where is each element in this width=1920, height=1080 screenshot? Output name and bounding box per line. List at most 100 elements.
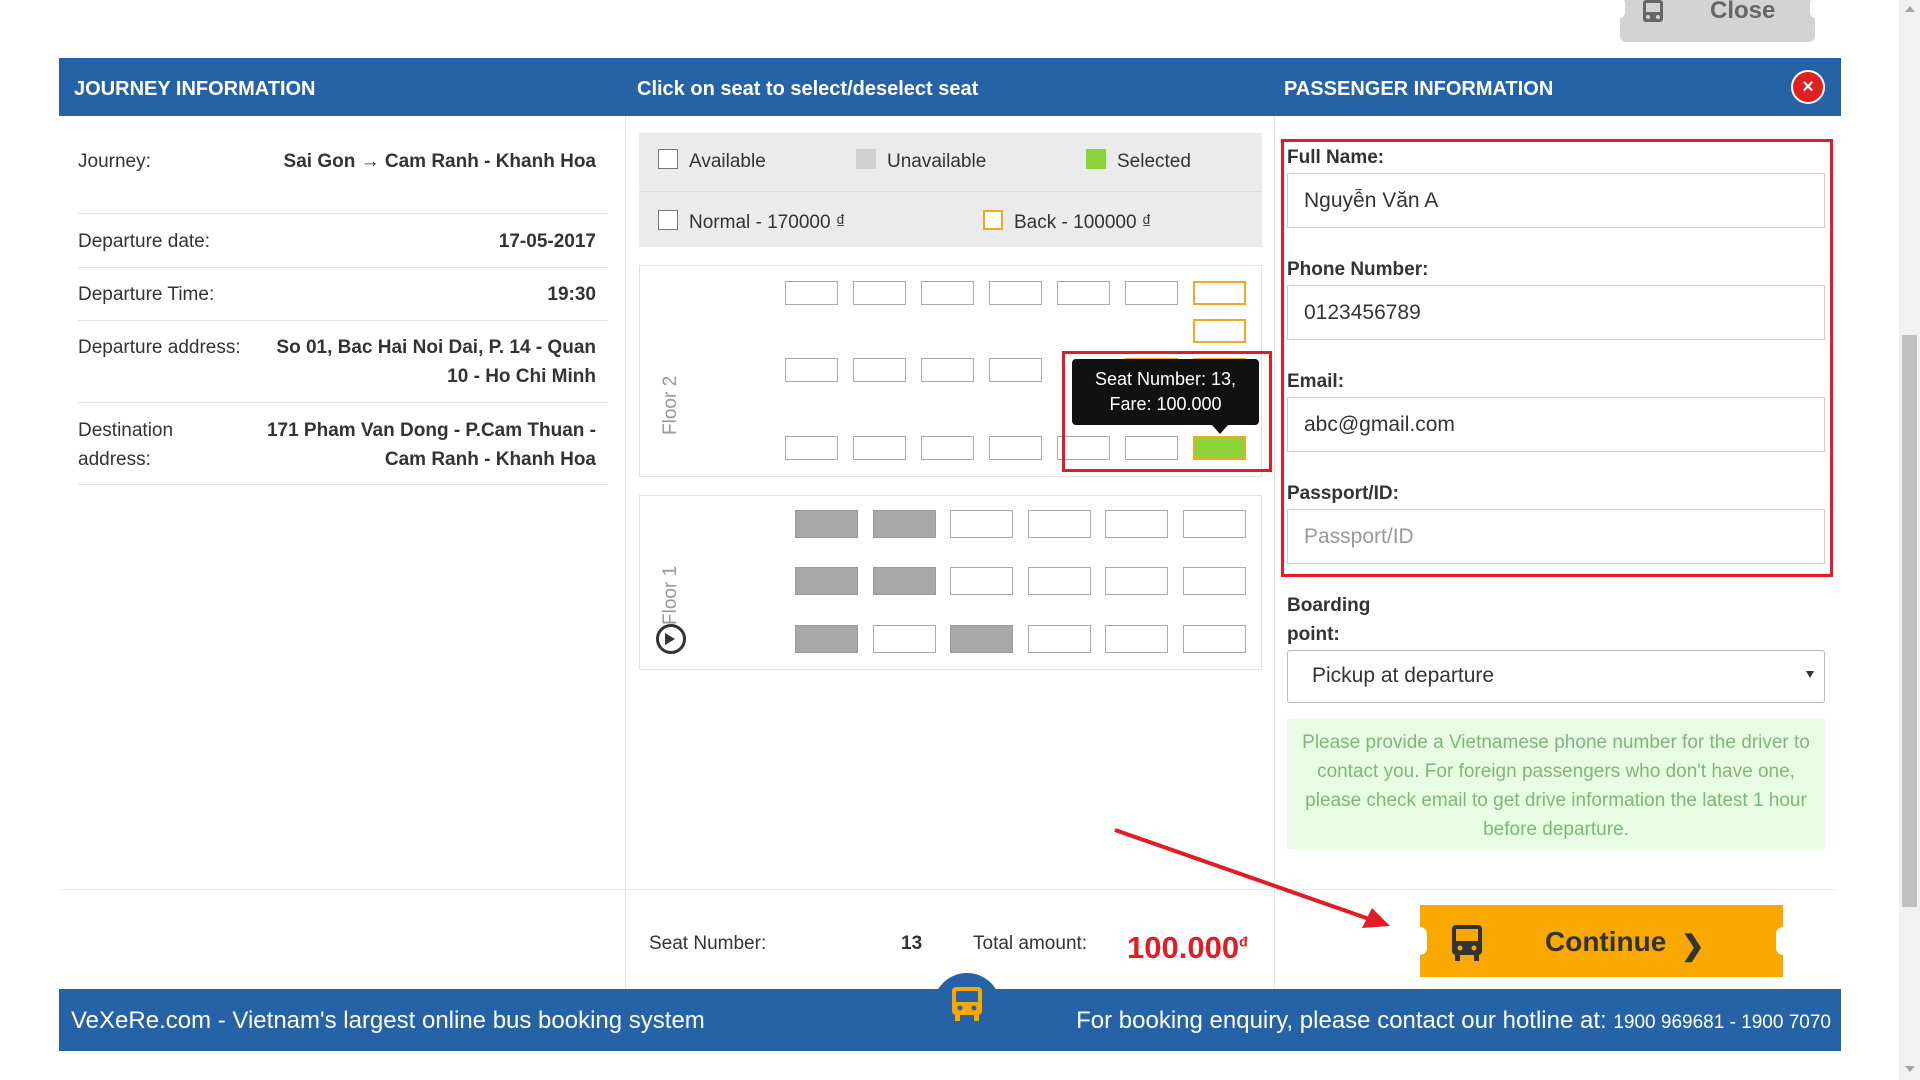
passenger-info-title: PASSENGER INFORMATION [1284,78,1554,100]
seat-available[interactable] [853,436,906,460]
selected-swatch [1086,149,1106,169]
seat-available[interactable] [853,281,906,305]
bus-icon [1643,0,1663,22]
continue-button[interactable]: Continue ❯ [1413,905,1790,977]
seat-available[interactable] [1105,567,1168,595]
scroll-down-arrow-icon[interactable] [1905,1066,1915,1072]
seat-unavailable [795,567,858,595]
legend-selected: Selected [1117,151,1191,172]
summary-divider [61,889,1835,890]
seat-number-value: 13 [901,933,923,954]
seat-available[interactable] [950,510,1013,538]
seat-available[interactable] [1182,567,1246,595]
departure-address-value: So 01, Bac Hai Noi Dai, P. 14 - Quan 10 … [276,337,596,387]
seat-available[interactable] [950,567,1013,595]
seat-available[interactable] [1057,281,1110,305]
seat-available[interactable] [1027,625,1091,653]
total-amount: 100.000đ [1127,930,1248,966]
boarding-point-value: Pickup at departure [1312,664,1495,687]
normal-swatch [658,210,678,230]
legend-normal: Normal - 170000 ₫ [689,212,846,233]
boarding-point-select[interactable]: Pickup at departure [1287,650,1825,703]
column-divider-1 [625,116,626,990]
footer-hotline-text: For booking enquiry, please contact our … [1076,1007,1607,1034]
legend-available: Available [689,151,766,172]
seat-available[interactable] [989,358,1042,382]
destination-address-label: Destination address: [78,420,174,470]
available-swatch [658,149,678,169]
close-tab[interactable]: Close [1615,0,1820,42]
total-amount-value: 100.000 [1127,930,1240,965]
seat-available[interactable] [785,436,838,460]
seat-back[interactable] [1193,281,1246,305]
footer-tagline: VeXeRe.com - Vietnam's largest online bu… [71,1007,705,1034]
departure-date-value: 17-05-2017 [498,231,596,252]
seat-back[interactable] [1193,319,1246,343]
tab-notch-right [1810,0,1820,18]
seat-available[interactable] [921,358,974,382]
seat-available[interactable] [1027,567,1091,595]
destination-address-value: 171 Pham Van Dong - P.Cam Thuan - Cam Ra… [266,420,596,470]
seat-available[interactable] [1182,625,1246,653]
seat-highlight-box [1062,351,1272,472]
journey-row: Journey: Sai Gon → Cam Ranh - Khanh Hoa [78,147,608,214]
scroll-thumb[interactable] [1902,335,1917,907]
seat-available[interactable] [1105,510,1168,538]
continue-label: Continue [1545,926,1667,957]
column-divider-2 [1274,116,1275,990]
seat-unavailable [795,510,858,538]
back-swatch [983,210,1003,230]
boarding-point-label-line2: point: [1287,624,1340,645]
unavailable-swatch [856,149,876,169]
seat-available[interactable] [989,436,1042,460]
floor-1-label: Floor 1 [660,565,681,625]
departure-address-label: Departure address: [78,337,241,358]
departure-time-row: Departure Time: 19:30 [78,280,608,321]
seat-number-label: Seat Number: [649,933,767,954]
seat-unavailable [950,625,1013,653]
legend-back: Back - 100000 ₫ [1014,212,1152,233]
seat-available[interactable] [921,281,974,305]
modal-close-button[interactable]: × [1791,70,1825,104]
departure-time-label: Departure Time: [78,284,215,305]
legend-unavailable: Unavailable [887,151,987,172]
phone-notice: Please provide a Vietnamese phone number… [1287,719,1825,849]
seat-available[interactable] [921,436,974,460]
tab-notch-left [1615,0,1625,18]
journey-label: Journey: [78,151,151,172]
departure-address-row: Departure address: So 01, Bac Hai Noi Da… [78,333,608,403]
steering-wheel-icon [656,624,686,654]
seat-available[interactable] [1125,281,1178,305]
chevron-right-icon: ❯ [1681,930,1705,961]
seat-available[interactable] [1105,625,1168,653]
seat-available[interactable] [1027,510,1091,538]
passenger-form-highlight-box [1281,139,1833,577]
close-tab-label: Close [1710,0,1776,24]
bus-icon [1452,925,1482,961]
boarding-point-label-line1: Boarding [1287,595,1371,616]
chevron-down-icon [1806,671,1814,678]
seat-available[interactable] [1182,510,1246,538]
journey-info-title: JOURNEY INFORMATION [74,78,316,100]
seat-available[interactable] [785,281,838,305]
hotline-numbers[interactable]: 1900 969681 - 1900 7070 [1613,1012,1831,1033]
seat-unavailable [872,567,936,595]
floor-2-label: Floor 2 [660,375,681,435]
journey-value: Sai Gon → Cam Ranh - Khanh Hoa [283,151,596,172]
destination-address-row: Destination address: 171 Pham Van Dong -… [78,416,608,485]
seat-available[interactable] [989,281,1042,305]
footer-hotline: For booking enquiry, please contact our … [1076,1007,1831,1035]
departure-time-value: 19:30 [547,284,596,305]
scroll-up-arrow-icon[interactable] [1905,6,1915,12]
departure-date-label: Departure date: [78,231,211,252]
seat-select-title: Click on seat to select/deselect seat [637,78,979,100]
seat-available[interactable] [872,625,936,653]
button-notch-right [1776,927,1790,955]
button-notch-left [1413,927,1427,955]
departure-date-row: Departure date: 17-05-2017 [78,227,608,268]
seat-available[interactable] [785,358,838,382]
total-amount-label: Total amount: [973,933,1088,954]
seat-unavailable [872,510,936,538]
seat-available[interactable] [853,358,906,382]
seat-legend: Available Unavailable Selected Normal - … [639,133,1262,247]
